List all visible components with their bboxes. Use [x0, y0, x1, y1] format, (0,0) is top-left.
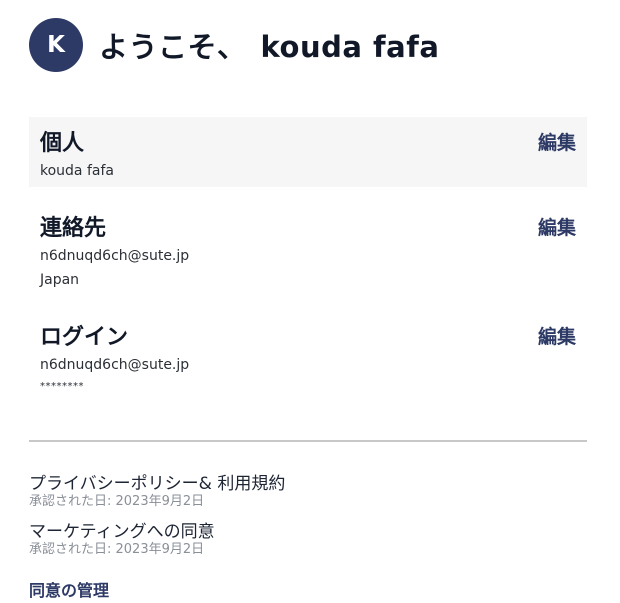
account-page: K ようこそ、 kouda fafa 個人 編集 kouda fafa 連絡先 編…	[0, 0, 620, 603]
welcome-header: K ようこそ、 kouda fafa	[29, 18, 439, 72]
avatar: K	[29, 18, 83, 72]
login-section: ログイン 編集 n6dnuqd6ch@sute.jp ********	[29, 311, 587, 401]
user-name: kouda fafa	[260, 30, 440, 64]
marketing-consent-accepted-date: 承認された日: 2023年9月2日	[29, 542, 205, 557]
manage-consents-link[interactable]: 同意の管理	[29, 577, 109, 601]
avatar-initial: K	[47, 32, 65, 58]
personal-edit-link[interactable]: 編集	[538, 128, 576, 155]
welcome-heading: ようこそ、 kouda fafa	[99, 24, 439, 66]
personal-section-title: 個人	[40, 131, 85, 156]
contact-edit-link[interactable]: 編集	[538, 213, 576, 240]
contact-section: 連絡先 編集 n6dnuqd6ch@sute.jp Japan	[29, 202, 587, 302]
login-password-mask: ********	[40, 381, 84, 392]
login-email-value: n6dnuqd6ch@sute.jp	[40, 357, 190, 373]
contact-country-value: Japan	[40, 272, 80, 288]
privacy-policy-accepted-date: 承認された日: 2023年9月2日	[29, 494, 205, 509]
section-divider	[29, 440, 587, 442]
personal-section: 個人 編集 kouda fafa	[29, 117, 587, 187]
welcome-text: ようこそ、	[99, 30, 247, 64]
login-edit-link[interactable]: 編集	[538, 322, 576, 349]
personal-name-value: kouda fafa	[40, 163, 114, 179]
login-section-title: ログイン	[40, 325, 129, 350]
contact-email-value: n6dnuqd6ch@sute.jp	[40, 248, 190, 264]
contact-section-title: 連絡先	[40, 216, 107, 241]
